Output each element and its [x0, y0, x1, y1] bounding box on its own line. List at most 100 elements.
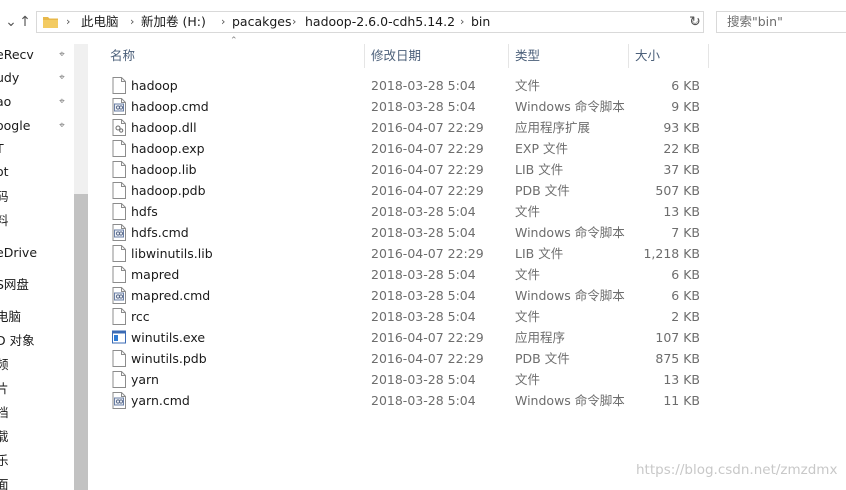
nav-item[interactable]: 面	[0, 474, 9, 490]
file-type: PDB 文件	[515, 351, 570, 366]
breadcrumb-this-pc[interactable]: 此电脑	[81, 12, 119, 32]
nav-item[interactable]: udy	[0, 67, 19, 89]
file-type: 文件	[515, 309, 541, 324]
nav-item[interactable]: 码	[0, 186, 9, 208]
blank-file-icon	[112, 140, 126, 157]
column-divider[interactable]	[364, 44, 365, 68]
file-modified-date: 2016-04-07 22:29	[371, 330, 484, 345]
file-name: hdfs	[131, 204, 158, 219]
nav-item[interactable]: 料	[0, 210, 9, 232]
file-modified-date: 2018-03-28 5:04	[371, 99, 476, 114]
blank-file-icon	[112, 161, 126, 178]
nav-scrollbar-thumb[interactable]	[74, 194, 88, 490]
file-type: 文件	[515, 267, 541, 282]
nav-item[interactable]: 片	[0, 378, 9, 400]
file-row[interactable]: hadoop.cmd 2018-03-28 5:04 Windows 命令脚本 9 K…	[104, 96, 708, 117]
nav-item[interactable]: 档	[0, 402, 9, 424]
breadcrumb-hadoop[interactable]: hadoop-2.6.0-cdh5.14.2	[305, 12, 455, 32]
file-size: 93 KB	[663, 120, 700, 135]
folder-icon	[43, 17, 58, 28]
pin-icon[interactable]: ⌖	[56, 67, 68, 89]
nav-item[interactable]: oogle	[0, 115, 30, 137]
file-name: mapred	[131, 267, 180, 282]
breadcrumb-separator-icon[interactable]: ›	[130, 12, 134, 32]
file-row[interactable]: mapred.cmd 2018-03-28 5:04 Windows 命令脚本 6 K…	[104, 285, 708, 306]
file-row[interactable]: hdfs.cmd 2018-03-28 5:04 Windows 命令脚本 7 KB	[104, 222, 708, 243]
file-name: yarn	[131, 372, 159, 387]
file-size: 6 KB	[671, 288, 700, 303]
nav-item[interactable]: ot	[0, 161, 9, 183]
file-modified-date: 2018-03-28 5:04	[371, 204, 476, 219]
file-size: 875 KB	[655, 351, 700, 366]
file-size: 22 KB	[663, 141, 700, 156]
pin-icon[interactable]: ⌖	[56, 44, 68, 66]
file-size: 107 KB	[655, 330, 700, 345]
pin-icon[interactable]: ⌖	[56, 115, 68, 137]
column-divider[interactable]	[628, 44, 629, 68]
nav-item[interactable]: 电脑	[0, 306, 21, 328]
file-size: 2 KB	[671, 309, 700, 324]
refresh-icon[interactable]: ↻	[686, 12, 704, 32]
address-bar[interactable]: › 此电脑 › 新加卷 (H:) › pacakges › hadoop-2.6…	[36, 11, 704, 33]
file-row[interactable]: hadoop.lib 2016-04-07 22:29 LIB 文件 37 KB	[104, 159, 708, 180]
blank-file-icon	[112, 77, 126, 94]
file-row[interactable]: mapred 2018-03-28 5:04 文件 6 KB	[104, 264, 708, 285]
file-name: hadoop.cmd	[131, 99, 209, 114]
search-placeholder: 搜索"bin"	[727, 14, 783, 29]
file-row[interactable]: hadoop.exp 2016-04-07 22:29 EXP 文件 22 KB	[104, 138, 708, 159]
file-row[interactable]: winutils.exe 2016-04-07 22:29 应用程序 107 KB	[104, 327, 708, 348]
breadcrumb-pacakges[interactable]: pacakges	[232, 12, 292, 32]
file-row[interactable]: yarn.cmd 2018-03-28 5:04 Windows 命令脚本 11 KB	[104, 390, 708, 411]
file-type: Windows 命令脚本	[515, 99, 625, 114]
breadcrumb-separator-icon[interactable]: ›	[460, 12, 464, 32]
file-size: 6 KB	[671, 78, 700, 93]
watermark: https://blog.csdn.net/zmzdmx	[636, 462, 838, 478]
column-header-name[interactable]: 名称	[110, 44, 135, 68]
file-row[interactable]: yarn 2018-03-28 5:04 文件 13 KB	[104, 369, 708, 390]
nav-item[interactable]: eDrive	[0, 242, 37, 264]
file-type: PDB 文件	[515, 183, 570, 198]
column-header-date[interactable]: 修改日期	[371, 44, 421, 68]
blank-file-icon	[112, 308, 126, 325]
file-row[interactable]: hadoop 2018-03-28 5:04 文件 6 KB	[104, 75, 708, 96]
blank-file-icon	[112, 182, 126, 199]
file-row[interactable]: rcc 2018-03-28 5:04 文件 2 KB	[104, 306, 708, 327]
search-input[interactable]: 搜索"bin"	[716, 11, 846, 33]
blank-file-icon	[112, 203, 126, 220]
breadcrumb-separator-icon[interactable]: ›	[66, 12, 70, 32]
column-divider[interactable]	[508, 44, 509, 68]
file-row[interactable]: hadoop.pdb 2016-04-07 22:29 PDB 文件 507 KB	[104, 180, 708, 201]
nav-item[interactable]: S网盘	[0, 274, 29, 296]
file-size: 13 KB	[663, 204, 700, 219]
file-row[interactable]: hdfs 2018-03-28 5:04 文件 13 KB	[104, 201, 708, 222]
nav-item[interactable]: T	[0, 138, 4, 160]
file-name: mapred.cmd	[131, 288, 211, 303]
file-type: 应用程序	[515, 330, 566, 345]
nav-item[interactable]: 乐	[0, 450, 9, 472]
up-arrow-icon[interactable]: ↑	[16, 12, 34, 32]
breadcrumb-separator-icon[interactable]: ›	[292, 12, 296, 32]
pin-icon[interactable]: ⌖	[56, 91, 68, 113]
file-row[interactable]: winutils.pdb 2016-04-07 22:29 PDB 文件 875 KB	[104, 348, 708, 369]
breadcrumb-bin[interactable]: bin	[471, 12, 490, 32]
nav-item[interactable]: 频	[0, 354, 9, 376]
file-modified-date: 2016-04-07 22:29	[371, 246, 484, 261]
column-header-type[interactable]: 类型	[515, 44, 540, 68]
file-row[interactable]: libwinutils.lib 2016-04-07 22:29 LIB 文件 1,2…	[104, 243, 708, 264]
nav-item[interactable]: D 对象	[0, 330, 35, 352]
file-modified-date: 2018-03-28 5:04	[371, 309, 476, 324]
file-type: LIB 文件	[515, 162, 564, 177]
nav-item[interactable]: eRecv	[0, 44, 34, 66]
column-header-size[interactable]: 大小	[635, 44, 660, 68]
nav-item[interactable]: 载	[0, 426, 9, 448]
column-divider[interactable]	[708, 44, 709, 68]
breadcrumb-drive[interactable]: 新加卷 (H:)	[141, 12, 206, 32]
file-name: winutils.exe	[131, 330, 206, 345]
file-size: 7 KB	[671, 225, 700, 240]
breadcrumb-separator-icon[interactable]: ›	[221, 12, 225, 32]
file-modified-date: 2018-03-28 5:04	[371, 267, 476, 282]
file-type: Windows 命令脚本	[515, 393, 625, 408]
nav-item[interactable]: ao	[0, 91, 11, 113]
file-row[interactable]: hadoop.dll 2016-04-07 22:29 应用程序扩展 93 KB	[104, 117, 708, 138]
file-size: 11 KB	[663, 393, 700, 408]
